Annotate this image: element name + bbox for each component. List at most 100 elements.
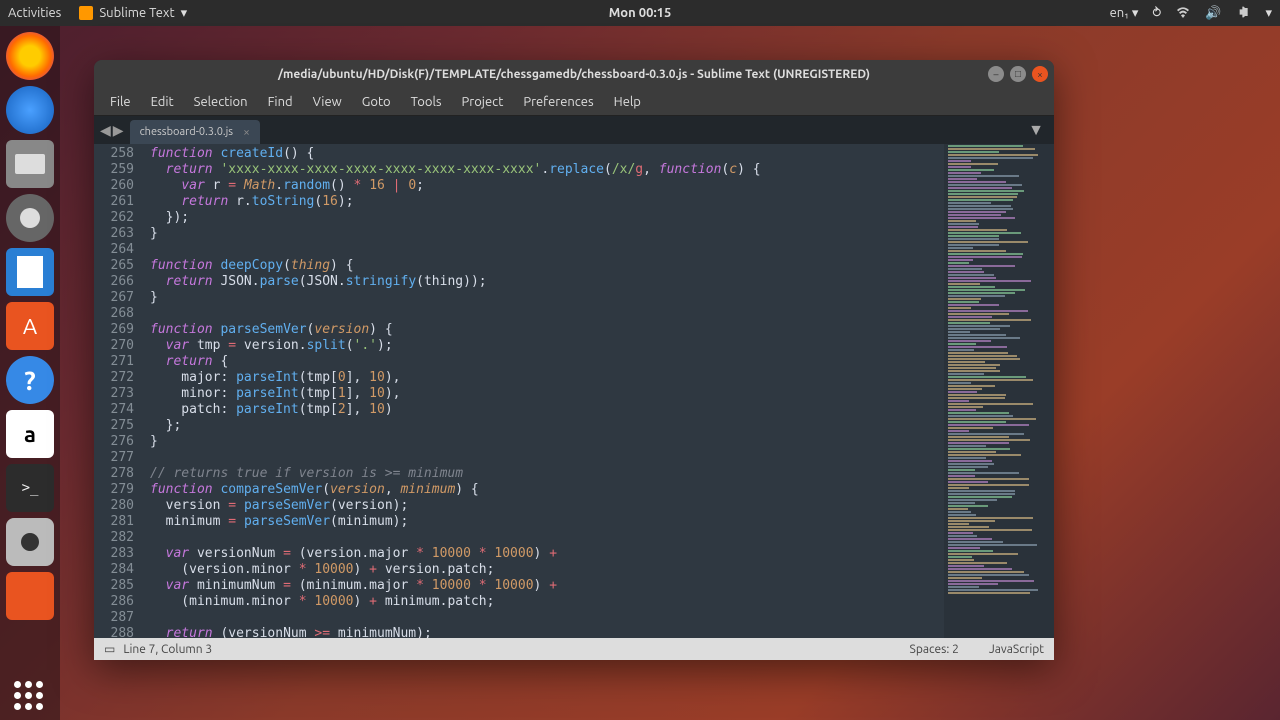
line-number: 272 — [94, 370, 134, 386]
show-applications[interactable] — [14, 681, 43, 710]
menu-preferences[interactable]: Preferences — [515, 92, 601, 112]
maximize-button[interactable]: □ — [1010, 66, 1026, 82]
code-line[interactable]: function parseSemVer(version) { — [150, 322, 944, 338]
line-number: 262 — [94, 210, 134, 226]
menu-project[interactable]: Project — [454, 92, 512, 112]
line-number: 269 — [94, 322, 134, 338]
code-line[interactable] — [150, 610, 944, 626]
dock-software[interactable]: A — [6, 302, 54, 350]
app-name: Sublime Text — [99, 6, 174, 20]
line-number: 265 — [94, 258, 134, 274]
code-line[interactable] — [150, 242, 944, 258]
code-line[interactable]: }; — [150, 418, 944, 434]
code-line[interactable]: return r.toString(16); — [150, 194, 944, 210]
editor[interactable]: 2582592602612622632642652662672682692702… — [94, 144, 944, 638]
code[interactable]: function createId() { return 'xxxx-xxxx-… — [144, 144, 944, 638]
code-line[interactable]: minor: parseInt(tmp[1], 10), — [150, 386, 944, 402]
code-line[interactable]: } — [150, 434, 944, 450]
code-line[interactable] — [150, 306, 944, 322]
clock[interactable]: Mon 00:15 — [609, 6, 672, 20]
wifi-icon[interactable] — [1175, 4, 1191, 23]
code-line[interactable] — [150, 530, 944, 546]
panel-switcher-icon[interactable]: ▭ — [104, 642, 115, 656]
line-number: 268 — [94, 306, 134, 322]
dock-help[interactable]: ? — [6, 356, 54, 404]
minimap[interactable] — [944, 144, 1054, 638]
dock-ubuntu[interactable] — [6, 572, 54, 620]
editor-area: 2582592602612622632642652662672682692702… — [94, 144, 1054, 638]
line-number: 276 — [94, 434, 134, 450]
dock-writer[interactable] — [6, 248, 54, 296]
system-menu-arrow[interactable]: ▾ — [1265, 6, 1272, 21]
menu-help[interactable]: Help — [606, 92, 649, 112]
close-button[interactable]: × — [1032, 66, 1048, 82]
code-line[interactable]: return { — [150, 354, 944, 370]
line-number: 258 — [94, 146, 134, 162]
code-line[interactable]: patch: parseInt(tmp[2], 10) — [150, 402, 944, 418]
chevron-down-icon: ▾ — [181, 6, 188, 21]
activities-button[interactable]: Activities — [8, 6, 61, 20]
menu-selection[interactable]: Selection — [186, 92, 256, 112]
code-line[interactable]: var tmp = version.split('.'); — [150, 338, 944, 354]
nav-forward-icon[interactable]: ▶ — [113, 122, 124, 139]
menu-file[interactable]: File — [102, 92, 139, 112]
dock-terminal[interactable]: >_ — [6, 464, 54, 512]
code-line[interactable]: return JSON.parse(JSON.stringify(thing))… — [150, 274, 944, 290]
dock-firefox[interactable] — [6, 32, 54, 80]
menu-view[interactable]: View — [305, 92, 350, 112]
power-icon[interactable] — [1235, 4, 1251, 23]
code-line[interactable]: var minimumNum = (minimum.major * 10000 … — [150, 578, 944, 594]
code-line[interactable]: function deepCopy(thing) { — [150, 258, 944, 274]
line-number: 287 — [94, 610, 134, 626]
volume-icon[interactable]: 🔊 — [1205, 6, 1221, 21]
tab-label: chessboard-0.3.0.js — [140, 126, 234, 138]
code-line[interactable]: minimum = parseSemVer(minimum); — [150, 514, 944, 530]
code-line[interactable]: } — [150, 226, 944, 242]
line-number: 261 — [94, 194, 134, 210]
syntax-setting[interactable]: JavaScript — [989, 643, 1044, 656]
code-line[interactable] — [150, 450, 944, 466]
code-line[interactable]: var versionNum = (version.major * 10000 … — [150, 546, 944, 562]
code-line[interactable]: version = parseSemVer(version); — [150, 498, 944, 514]
sublime-window: /media/ubuntu/HD/Disk(F)/TEMPLATE/chessg… — [94, 60, 1054, 660]
code-line[interactable]: }); — [150, 210, 944, 226]
titlebar[interactable]: /media/ubuntu/HD/Disk(F)/TEMPLATE/chessg… — [94, 60, 1054, 88]
tab-active[interactable]: chessboard-0.3.0.js × — [130, 120, 260, 144]
line-number: 288 — [94, 626, 134, 638]
code-line[interactable]: return (versionNum >= minimumNum); — [150, 626, 944, 638]
dock-camera[interactable] — [6, 518, 54, 566]
ubuntu-dock: A ? a >_ — [0, 26, 60, 720]
code-line[interactable]: (version.minor * 10000) + version.patch; — [150, 562, 944, 578]
indentation-setting[interactable]: Spaces: 2 — [910, 643, 959, 656]
minimize-button[interactable]: – — [988, 66, 1004, 82]
menu-tools[interactable]: Tools — [403, 92, 450, 112]
line-number: 266 — [94, 274, 134, 290]
code-line[interactable]: function createId() { — [150, 146, 944, 162]
code-line[interactable]: return 'xxxx-xxxx-xxxx-xxxx-xxxx-xxxx-xx… — [150, 162, 944, 178]
menu-find[interactable]: Find — [260, 92, 301, 112]
line-number: 264 — [94, 242, 134, 258]
tab-close-icon[interactable]: × — [243, 126, 250, 139]
line-number: 280 — [94, 498, 134, 514]
nav-back-icon[interactable]: ◀ — [100, 122, 111, 139]
dock-amazon[interactable]: a — [6, 410, 54, 458]
gutter: 2582592602612622632642652662672682692702… — [94, 144, 144, 638]
network-icon[interactable]: ⥁ — [1152, 6, 1161, 21]
menu-goto[interactable]: Goto — [354, 92, 399, 112]
tabbar: ◀ ▶ chessboard-0.3.0.js × ▼ — [94, 116, 1054, 144]
code-line[interactable]: (minimum.minor * 10000) + minimum.patch; — [150, 594, 944, 610]
input-source[interactable]: en₁ ▾ — [1110, 6, 1139, 21]
code-line[interactable]: var r = Math.random() * 16 | 0; — [150, 178, 944, 194]
menu-edit[interactable]: Edit — [143, 92, 182, 112]
dock-thunderbird[interactable] — [6, 86, 54, 134]
tab-dropdown-icon[interactable]: ▼ — [1028, 121, 1044, 140]
code-line[interactable]: function compareSemVer(version, minimum)… — [150, 482, 944, 498]
code-line[interactable]: // returns true if version is >= minimum — [150, 466, 944, 482]
dock-files[interactable] — [6, 140, 54, 188]
app-menu[interactable]: Sublime Text ▾ — [79, 6, 187, 21]
code-line[interactable]: major: parseInt(tmp[0], 10), — [150, 370, 944, 386]
cursor-position[interactable]: Line 7, Column 3 — [123, 643, 212, 656]
dock-disks[interactable] — [6, 194, 54, 242]
code-line[interactable]: } — [150, 290, 944, 306]
line-number: 278 — [94, 466, 134, 482]
